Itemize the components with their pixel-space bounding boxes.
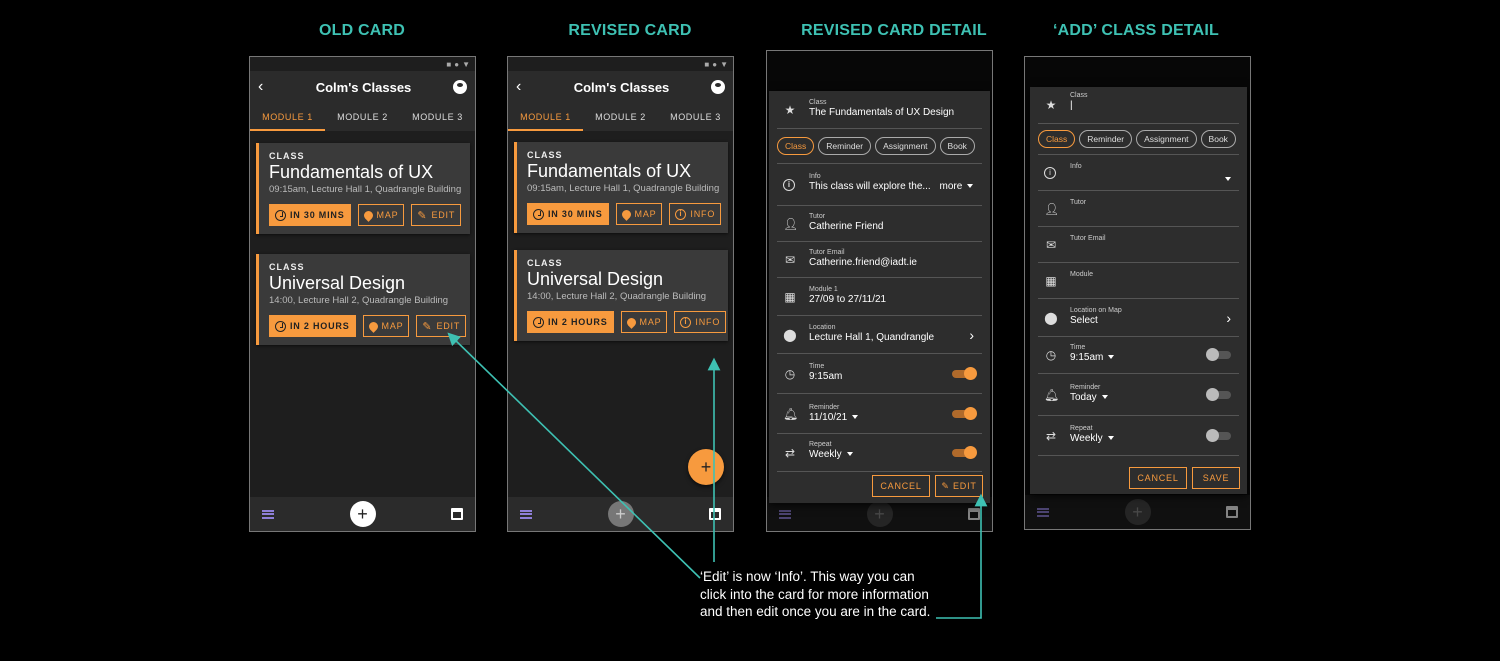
annotation-arrows bbox=[447, 332, 988, 619]
arrow-to-old-edit bbox=[447, 332, 701, 579]
arrow-to-detail-edit bbox=[936, 493, 988, 619]
annotation-text: ‘Edit’ is now ‘Info’. This way you can c… bbox=[700, 569, 931, 619]
